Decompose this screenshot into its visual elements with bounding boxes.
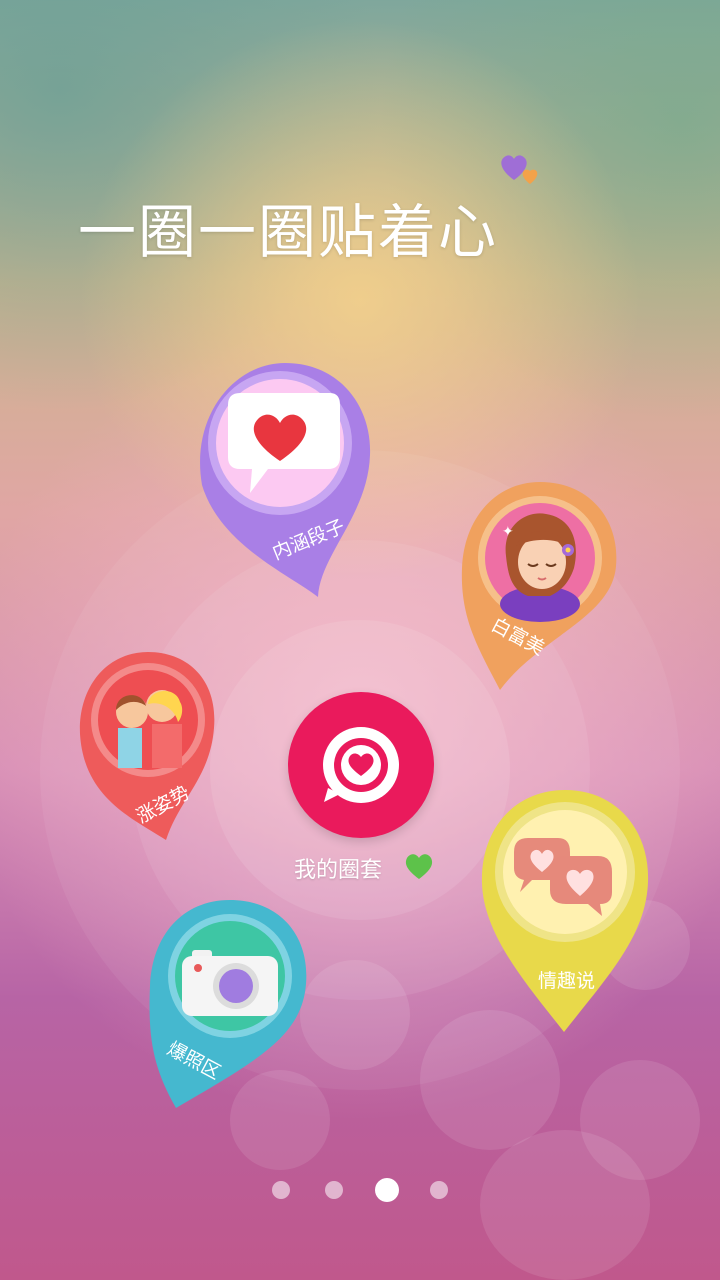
small-hearts-icon — [501, 155, 538, 184]
green-heart-icon — [405, 854, 433, 879]
girl-avatar-icon: ✦ — [500, 513, 580, 622]
kissing-couple-icon — [116, 690, 183, 768]
bokeh-circle — [480, 1130, 650, 1280]
page-indicator — [0, 1175, 720, 1205]
page-dot-3-active[interactable] — [375, 1178, 399, 1202]
page-title: 一圈一圈贴着心 — [78, 198, 499, 266]
circle-heart-logo-icon — [323, 727, 399, 803]
heart-speech-bubble-icon — [228, 393, 340, 493]
svg-text:✦: ✦ — [502, 524, 514, 540]
page-dot-1[interactable] — [272, 1181, 290, 1199]
bokeh-circle — [300, 960, 410, 1070]
page-dot-2[interactable] — [325, 1181, 343, 1199]
chat-hearts-icon — [514, 838, 612, 916]
my-circle-label: 我的圈套 — [294, 858, 383, 883]
my-circle-button[interactable] — [288, 692, 434, 838]
pin-baifumei[interactable]: ✦ 白富美 — [458, 478, 623, 693]
pin-qingqushuo[interactable]: 情趣说 — [478, 786, 653, 1036]
pin-baozhaoqu[interactable]: 爆照区 — [146, 896, 314, 1111]
pin-neihan-duanzi[interactable]: 内涵段子 — [190, 355, 380, 600]
pin-zhangzishi[interactable]: 涨姿势 — [76, 648, 221, 843]
pin-label: 情趣说 — [538, 970, 596, 992]
camera-icon — [182, 950, 278, 1016]
page-dot-4[interactable] — [430, 1181, 448, 1199]
